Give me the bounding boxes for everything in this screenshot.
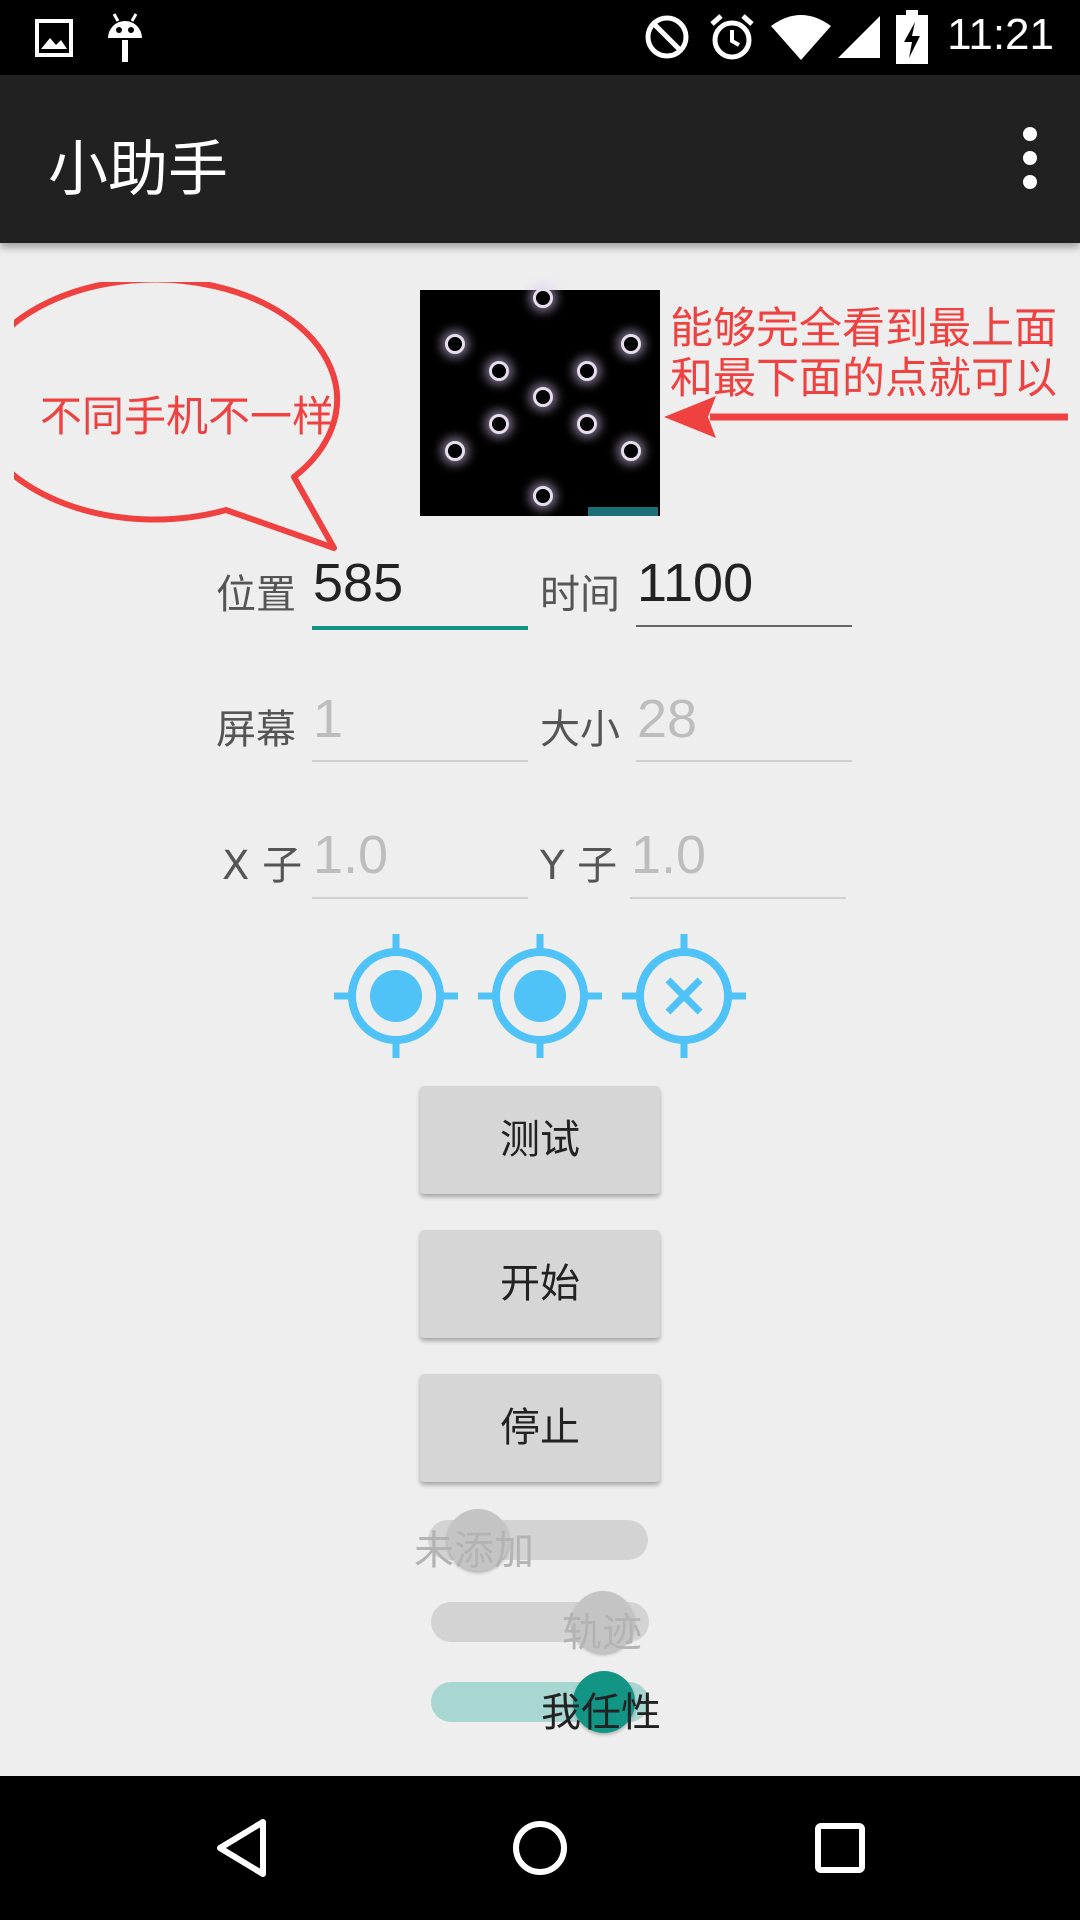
preview-dot: [577, 414, 597, 434]
status-time: 11:21: [947, 10, 1054, 59]
size-input-underline: [636, 760, 852, 762]
x-factor-input[interactable]: 1.0: [313, 824, 388, 886]
x-factor-label: X 子: [222, 843, 303, 889]
position-input-underline: [312, 626, 528, 630]
battery-charging-icon: [896, 10, 928, 64]
recents-icon[interactable]: [760, 1776, 920, 1920]
navigation-bar: [0, 1776, 1080, 1920]
signal-icon: [838, 16, 880, 58]
x-factor-input-underline: [312, 897, 528, 899]
crosshair-filled-icon[interactable]: [332, 932, 460, 1060]
start-button[interactable]: 开始: [420, 1230, 660, 1338]
android-icon: [108, 13, 142, 62]
y-factor-input-underline: [630, 897, 846, 899]
y-factor-label: Y 子: [540, 843, 618, 889]
do-not-disturb-icon: [645, 15, 689, 59]
screen-input-underline: [312, 760, 528, 762]
screen-input[interactable]: 1: [313, 688, 343, 750]
switch-label: 我任性: [541, 1690, 661, 1736]
crosshair-filled-icon[interactable]: [476, 932, 604, 1060]
dot-preview-image: [420, 288, 660, 516]
time-input-underline: [636, 625, 852, 627]
preview-dot: [445, 441, 465, 461]
preview-dot: [621, 441, 641, 461]
overflow-menu-icon[interactable]: [1020, 127, 1040, 193]
preview-bar: [588, 507, 658, 516]
image-icon: [35, 19, 73, 57]
note-annotation: 能够完全看到最上面 和最下面的点就可以: [670, 304, 1057, 404]
app-bar: 小助手: [0, 75, 1080, 243]
switch-label: 轨迹: [562, 1610, 642, 1656]
status-bar: 11:21: [0, 0, 1080, 75]
preview-dot: [533, 387, 553, 407]
crosshair-x-icon[interactable]: [620, 932, 748, 1060]
back-icon[interactable]: [160, 1776, 320, 1920]
app-title: 小助手: [48, 135, 228, 205]
preview-dot: [489, 361, 509, 381]
size-input[interactable]: 28: [637, 688, 697, 750]
switch-label: 未添加: [414, 1528, 534, 1574]
test-button[interactable]: 测试: [420, 1086, 660, 1194]
size-label: 大小: [540, 707, 620, 753]
stop-button[interactable]: 停止: [420, 1374, 660, 1482]
position-input[interactable]: 585: [313, 552, 403, 614]
time-input[interactable]: 1100: [637, 552, 753, 614]
bubble-annotation-text: 不同手机不一样: [40, 392, 335, 441]
preview-dot: [489, 414, 509, 434]
screen-label: 屏幕: [216, 707, 296, 753]
time-label: 时间: [540, 572, 620, 618]
arrow-left-icon: [664, 396, 1068, 438]
preview-dot: [577, 361, 597, 381]
home-icon[interactable]: [460, 1776, 620, 1920]
alarm-icon: [710, 14, 754, 60]
note-line-1: 能够完全看到最上面: [670, 304, 1057, 354]
preview-dot: [445, 334, 465, 354]
preview-dot: [621, 334, 641, 354]
y-factor-input[interactable]: 1.0: [631, 824, 706, 886]
preview-dot: [533, 288, 553, 308]
wifi-icon: [771, 15, 831, 60]
position-label: 位置: [216, 572, 296, 618]
preview-dot: [533, 486, 553, 506]
